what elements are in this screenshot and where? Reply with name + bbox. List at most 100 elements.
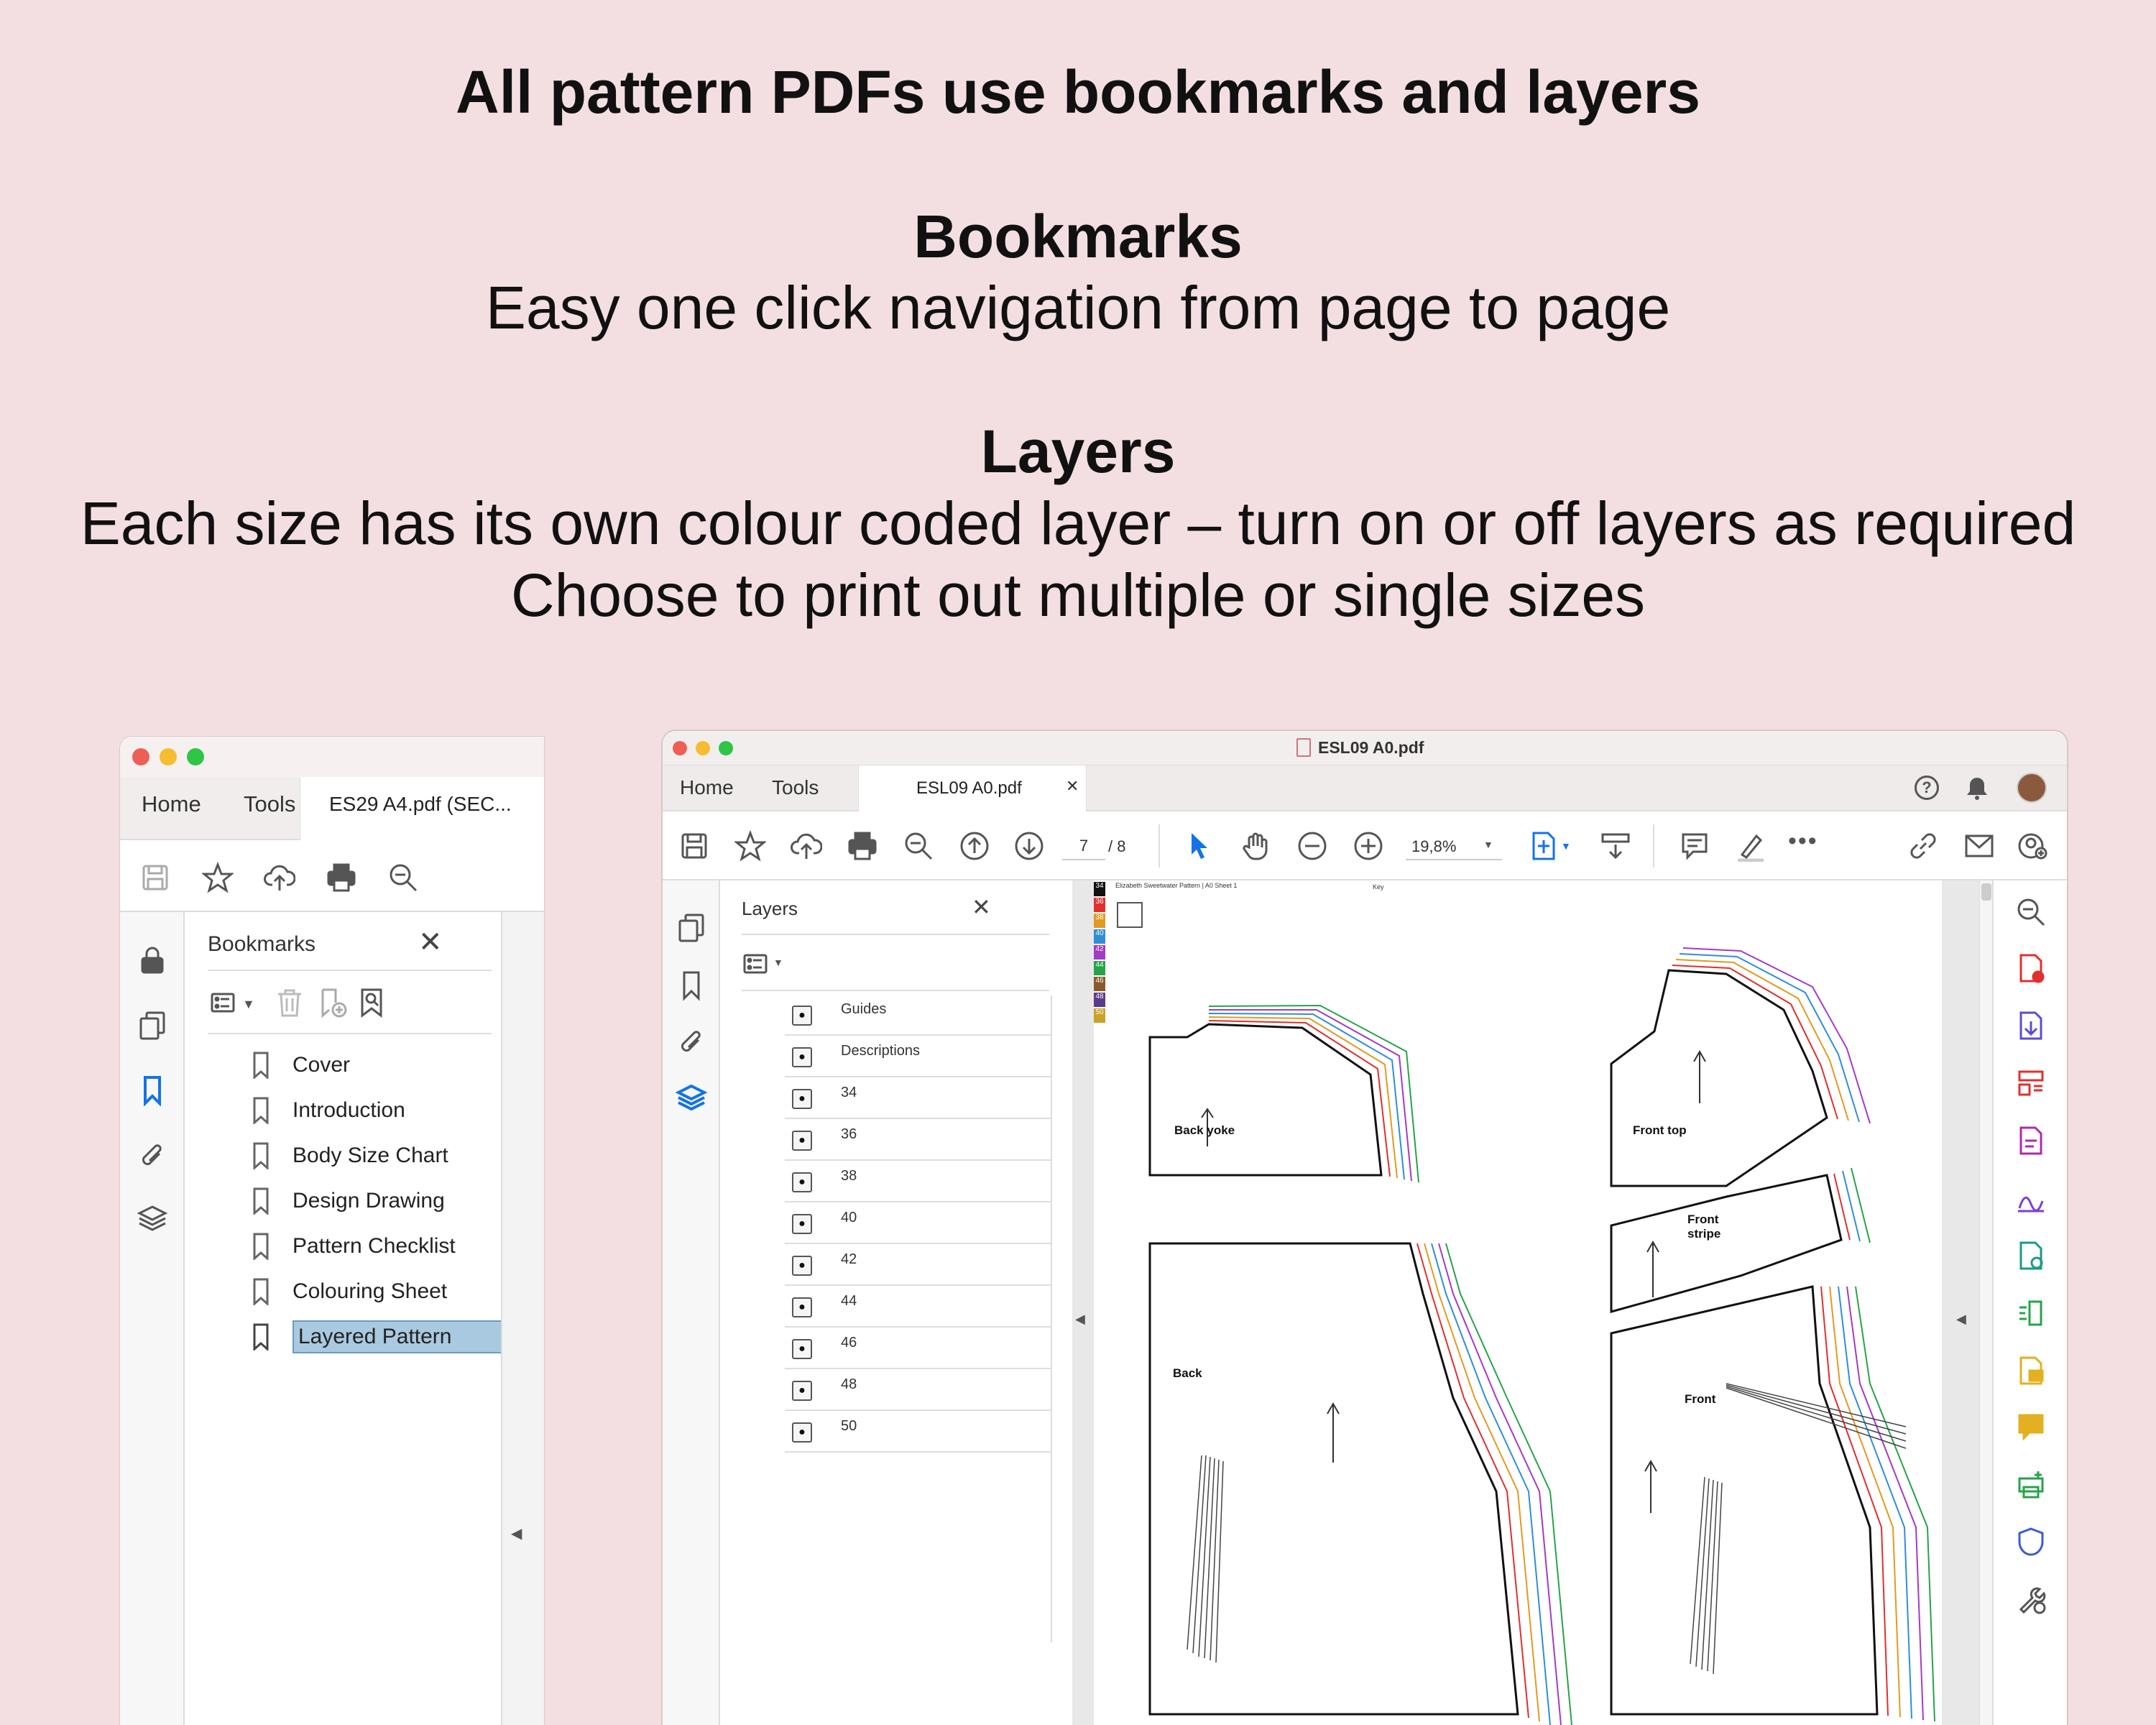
eye-visibility-icon[interactable]: ● (792, 1006, 812, 1026)
scrollbar[interactable] (1979, 880, 1992, 1725)
eye-visibility-icon[interactable]: ● (792, 1089, 812, 1109)
previous-page-icon[interactable] (956, 827, 993, 865)
cloud-upload-icon[interactable] (261, 859, 298, 896)
comment-tool-icon[interactable] (2012, 1352, 2050, 1389)
eye-visibility-icon[interactable]: ● (792, 1339, 812, 1359)
attachments-icon[interactable] (673, 1023, 710, 1060)
next-page-icon[interactable] (1010, 827, 1048, 865)
eye-visibility-icon[interactable]: ● (792, 1422, 812, 1443)
toolbar (120, 840, 544, 912)
close-tab-icon[interactable]: ✕ (1066, 777, 1079, 796)
zoom-window-icon[interactable] (187, 748, 204, 765)
tab-home[interactable]: Home (142, 791, 201, 817)
edit-pdf-icon[interactable] (2012, 1122, 2050, 1159)
layer-row[interactable]: ● 40 (785, 1202, 1051, 1244)
zoom-search-icon[interactable] (2012, 893, 2050, 931)
layer-row[interactable]: ● 42 (785, 1244, 1051, 1286)
bookmark-item[interactable]: Body Size Chart (253, 1139, 448, 1172)
comment-icon[interactable] (1676, 827, 1713, 865)
layer-row[interactable]: ● Descriptions (785, 1036, 1051, 1077)
organize-pages-icon[interactable] (2012, 1064, 2050, 1102)
avatar[interactable] (2017, 773, 2047, 803)
share-link-icon[interactable] (1904, 827, 1942, 865)
layer-row[interactable]: ● 46 (785, 1328, 1051, 1369)
scrollbar-thumb[interactable] (1981, 883, 1991, 901)
eye-visibility-icon[interactable]: ● (792, 1047, 812, 1067)
zoom-search-icon[interactable] (384, 859, 422, 896)
left-rail (663, 880, 720, 1725)
collapse-panel-icon[interactable]: ◀ (511, 1524, 522, 1542)
layer-row[interactable]: ● 48 (785, 1369, 1051, 1411)
layer-row[interactable]: ● 44 (785, 1286, 1051, 1328)
zoom-level-select[interactable]: 19,8% ▼ (1406, 832, 1502, 860)
fill-sign-icon[interactable] (2012, 1179, 2050, 1217)
eye-visibility-icon[interactable]: ● (792, 1256, 812, 1276)
highlight-pen-icon[interactable] (1732, 827, 1769, 865)
print-icon[interactable] (323, 859, 360, 896)
close-window-icon[interactable] (673, 741, 687, 755)
minimize-window-icon[interactable] (696, 741, 710, 755)
star-icon[interactable] (199, 859, 236, 896)
layer-row[interactable]: ● 50 (785, 1411, 1051, 1453)
bookmark-item[interactable]: Cover (253, 1049, 350, 1082)
tab-tools[interactable]: Tools (772, 776, 819, 799)
save-icon[interactable] (676, 827, 713, 865)
layers-panel-icon[interactable] (134, 1200, 171, 1237)
zoom-in-icon[interactable] (1350, 827, 1387, 865)
bookmark-item[interactable]: Colouring Sheet (253, 1275, 447, 1308)
more-tools-wrench-icon[interactable] (2012, 1581, 2050, 1618)
save-icon[interactable] (137, 859, 174, 896)
chevron-down-icon[interactable]: ▼ (1561, 840, 1571, 852)
zoom-search-icon[interactable] (900, 827, 937, 865)
protect-shield-icon[interactable] (2012, 1523, 2050, 1560)
page-number-input[interactable]: 7 (1062, 832, 1105, 860)
tab-home[interactable]: Home (680, 776, 734, 799)
print-production-icon[interactable] (2012, 1466, 2050, 1503)
layer-row[interactable]: ● 38 (785, 1161, 1051, 1202)
eye-visibility-icon[interactable]: ● (792, 1131, 812, 1151)
tab-document[interactable]: ES29 A4.pdf (SEC... (300, 777, 544, 840)
zoom-window-icon[interactable] (719, 741, 733, 755)
print-icon[interactable] (844, 827, 881, 865)
zoom-out-icon[interactable] (1294, 827, 1331, 865)
lock-icon[interactable] (134, 941, 171, 978)
close-window-icon[interactable] (132, 748, 149, 765)
compress-pdf-icon[interactable] (2012, 1294, 2050, 1332)
email-icon[interactable] (1961, 827, 1998, 865)
collapse-left-icon[interactable]: ◀ (1075, 1312, 1085, 1327)
bookmarks-panel-icon[interactable] (673, 967, 710, 1004)
attachments-icon[interactable] (134, 1136, 171, 1174)
add-user-icon[interactable] (2014, 827, 2051, 865)
collapse-right-icon[interactable]: ◀ (1956, 1312, 1966, 1327)
cloud-upload-icon[interactable] (788, 827, 825, 865)
layers-panel-icon[interactable] (673, 1079, 710, 1116)
layer-row[interactable]: ● Guides (785, 994, 1051, 1036)
help-icon[interactable]: ? (1915, 776, 1939, 800)
eye-visibility-icon[interactable]: ● (792, 1297, 812, 1317)
export-pdf-icon[interactable] (2012, 1007, 2050, 1044)
bookmark-item[interactable]: Pattern Checklist (253, 1230, 456, 1263)
layer-row[interactable]: ● 34 (785, 1077, 1051, 1119)
select-tool-icon[interactable] (1186, 832, 1212, 860)
tab-document[interactable]: ESL09 A0.pdf ✕ (858, 765, 1087, 811)
bookmarks-panel-icon[interactable] (134, 1072, 171, 1109)
tab-tools[interactable]: Tools (244, 791, 295, 817)
layer-row[interactable]: ● 36 (785, 1119, 1051, 1161)
bookmark-item[interactable]: Introduction (253, 1094, 405, 1127)
hand-tool-icon[interactable] (1238, 827, 1275, 865)
eye-visibility-icon[interactable]: ● (792, 1214, 812, 1234)
scan-ocr-icon[interactable] (2012, 1237, 2050, 1274)
page-fit-icon[interactable] (1525, 827, 1562, 865)
create-pdf-icon[interactable] (2012, 949, 2050, 987)
more-tools-icon[interactable]: ••• (1788, 827, 1818, 855)
bookmark-item[interactable]: Design Drawing (253, 1184, 445, 1218)
eye-visibility-icon[interactable]: ● (792, 1172, 812, 1192)
notifications-bell-icon[interactable] (1965, 776, 1989, 800)
scroll-mode-icon[interactable] (1597, 827, 1634, 865)
eye-visibility-icon[interactable]: ● (792, 1381, 812, 1401)
pages-icon[interactable] (673, 909, 710, 947)
star-icon[interactable] (732, 827, 769, 865)
sticky-note-icon[interactable] (2012, 1408, 2050, 1445)
minimize-window-icon[interactable] (160, 748, 177, 765)
pages-icon[interactable] (134, 1007, 171, 1044)
